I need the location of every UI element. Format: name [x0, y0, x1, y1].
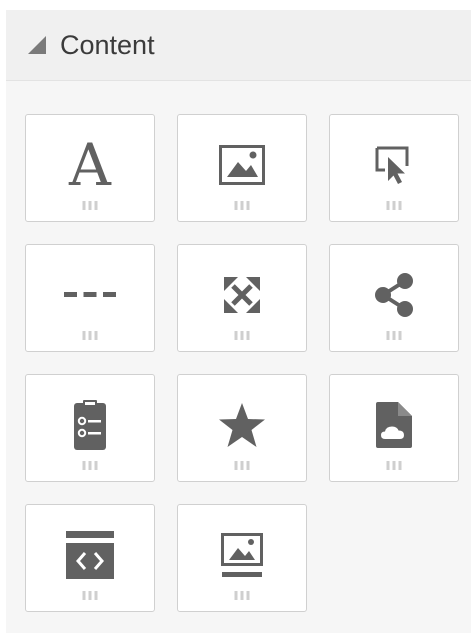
cloud-file-icon	[330, 399, 458, 451]
drag-handle-icon[interactable]	[82, 331, 98, 340]
share-icon	[330, 269, 458, 321]
drag-handle-icon[interactable]	[234, 331, 250, 340]
image-caption-icon	[178, 529, 306, 581]
divider-block-tile[interactable]	[25, 244, 155, 352]
drag-handle-icon[interactable]	[82, 461, 98, 470]
content-panel: Content A	[6, 10, 471, 633]
drag-handle-icon[interactable]	[386, 201, 402, 210]
html-block-tile[interactable]	[25, 504, 155, 612]
text-icon: A	[69, 131, 111, 199]
button-block-tile[interactable]	[329, 114, 459, 222]
image-caption-block-tile[interactable]	[177, 504, 307, 612]
image-block-tile[interactable]	[177, 114, 307, 222]
image-icon	[178, 139, 306, 191]
content-panel-header[interactable]: Content	[6, 10, 471, 81]
form-icon	[26, 399, 154, 451]
code-embed-icon	[26, 529, 154, 581]
cursor-click-icon	[330, 139, 458, 191]
star-icon	[178, 399, 306, 451]
drag-handle-icon[interactable]	[234, 201, 250, 210]
drag-handle-icon[interactable]	[386, 331, 402, 340]
rating-block-tile[interactable]	[177, 374, 307, 482]
expand-arrows-icon	[178, 269, 306, 321]
social-share-block-tile[interactable]	[329, 244, 459, 352]
spacer-block-tile[interactable]	[177, 244, 307, 352]
drag-handle-icon[interactable]	[386, 461, 402, 470]
drag-handle-icon[interactable]	[82, 201, 98, 210]
divider-icon	[26, 269, 154, 321]
text-block-tile[interactable]: A	[25, 114, 155, 222]
collapse-triangle-icon[interactable]	[28, 36, 46, 54]
form-block-tile[interactable]	[25, 374, 155, 482]
drag-handle-icon[interactable]	[234, 591, 250, 600]
drag-handle-icon[interactable]	[234, 461, 250, 470]
drag-handle-icon[interactable]	[82, 591, 98, 600]
file-block-tile[interactable]	[329, 374, 459, 482]
panel-title: Content	[60, 29, 155, 60]
